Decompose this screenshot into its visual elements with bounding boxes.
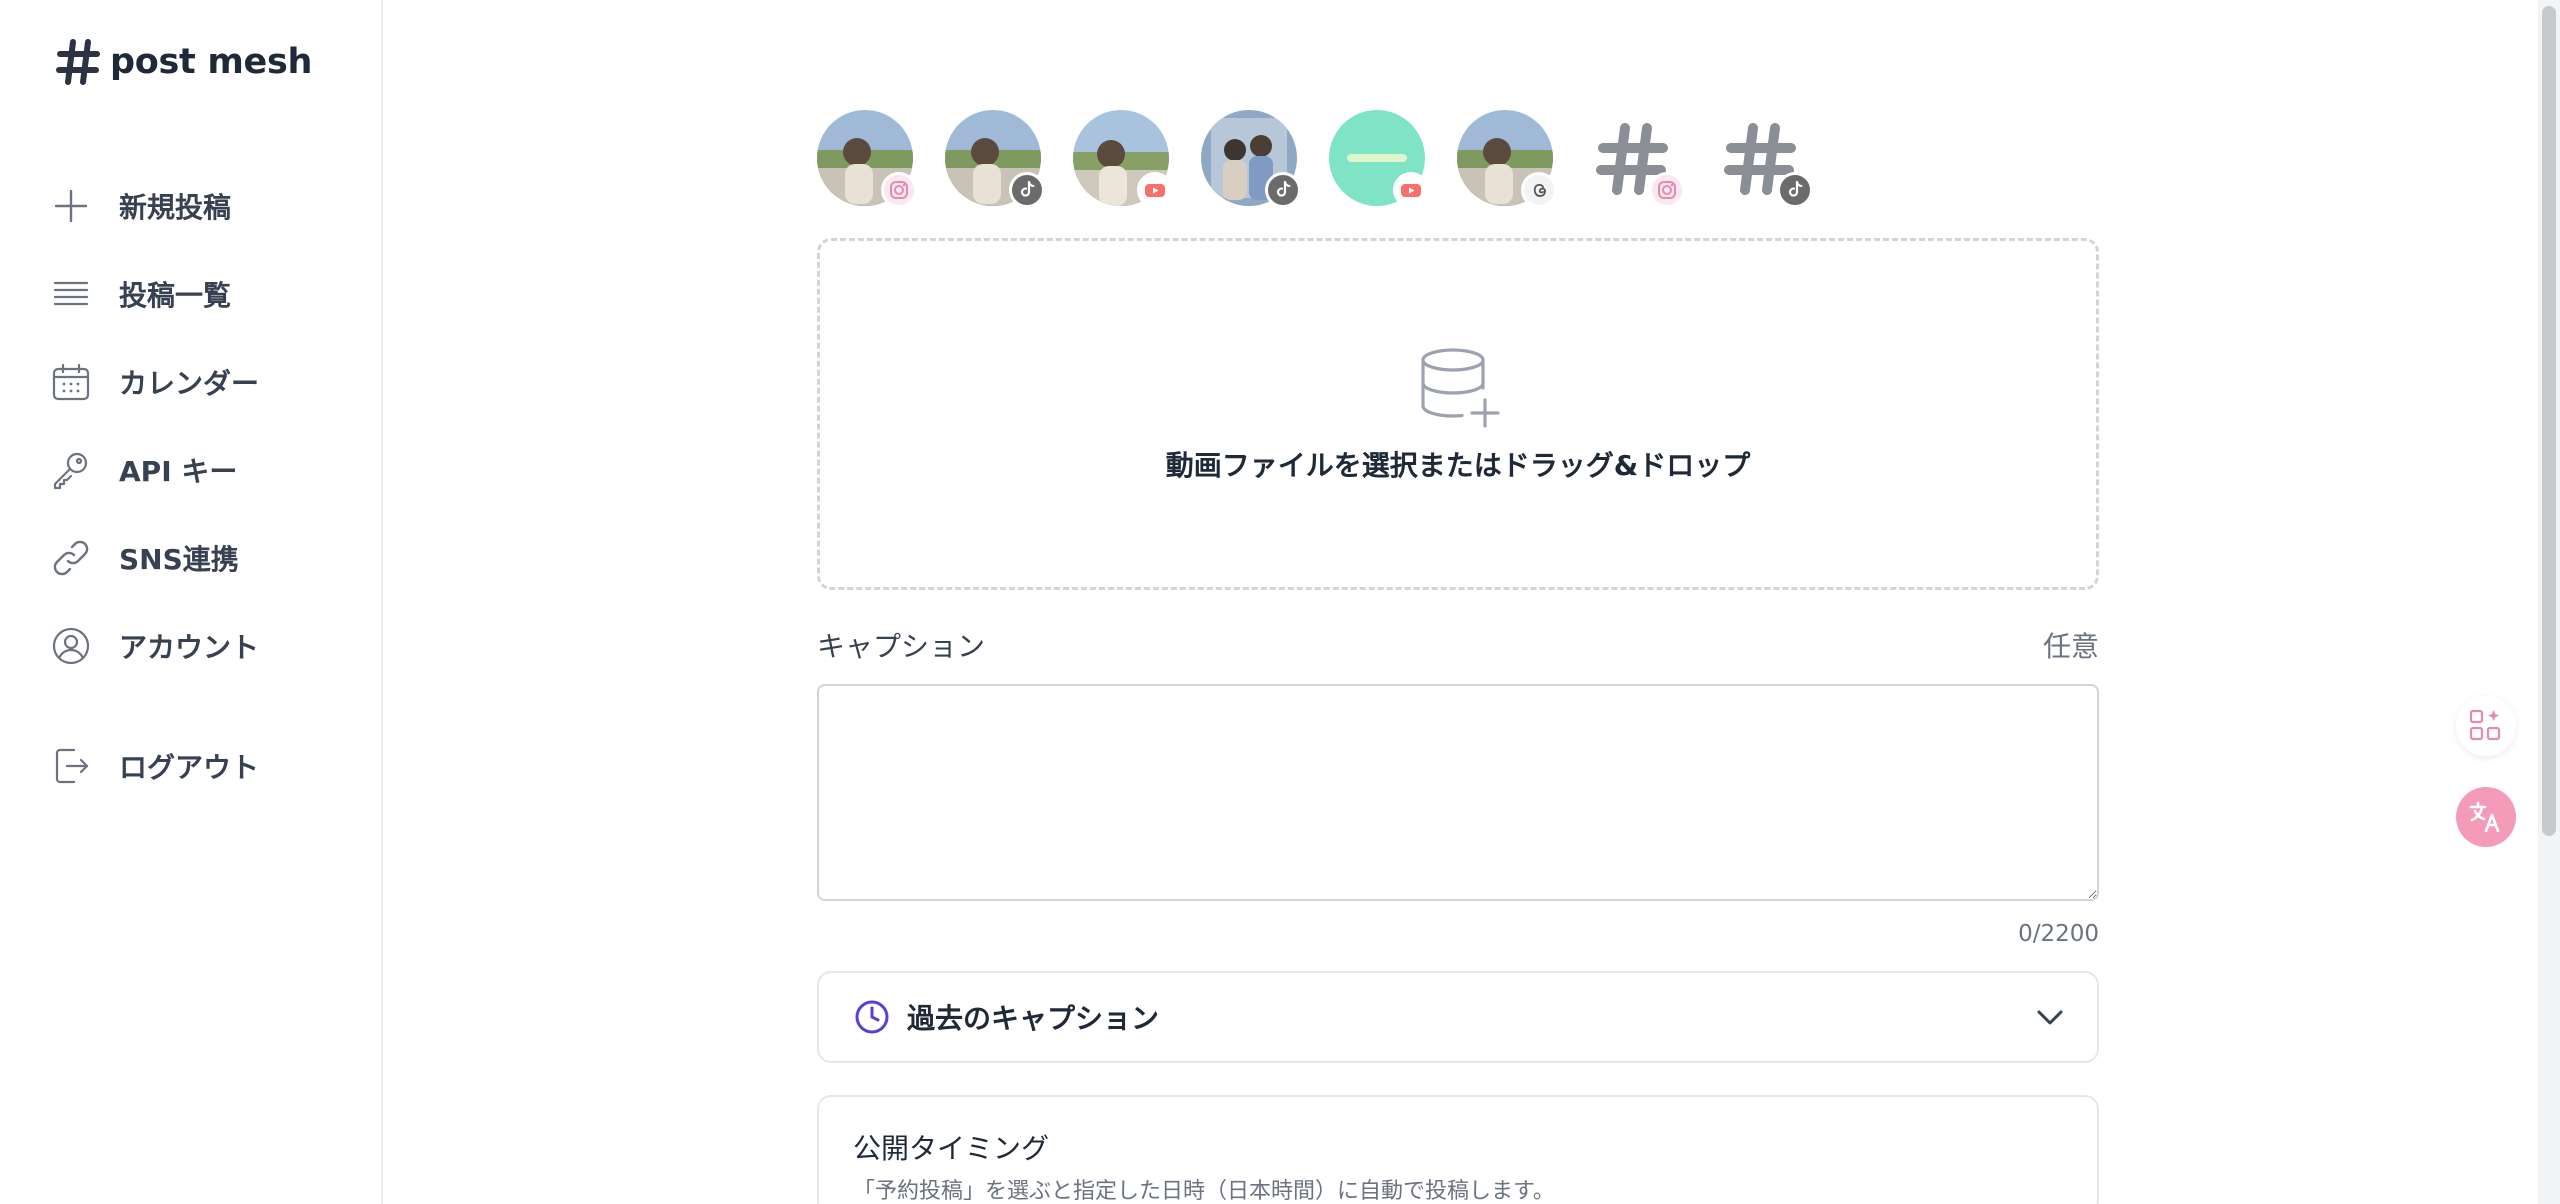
caption-label: キャプション [817,630,986,663]
sidebar-item-label: 投稿一覧 [119,279,232,312]
tiktok-icon [1009,172,1045,208]
key-icon [50,449,92,491]
sidebar-item-new-post[interactable]: 新規投稿 [50,176,231,236]
database-plus-icon [1421,348,1500,428]
widgets-button[interactable] [2456,696,2516,756]
account-avatar[interactable] [1457,110,1557,208]
account-avatar[interactable] [1329,110,1429,208]
new-post-form: 動画ファイルを選択またはドラッグ&ドロップ キャプション 任意 0/2200 過… [817,110,2099,1204]
youtube-icon [1137,172,1173,208]
plus-icon [50,185,92,227]
list-icon [50,273,92,315]
tiktok-icon [1265,172,1301,208]
account-avatar[interactable] [817,110,917,208]
tiktok-icon [1777,172,1813,208]
clock-icon [855,1000,889,1034]
translate-button[interactable] [2456,787,2516,847]
caption-char-counter: 0/2200 [2018,921,2099,947]
video-dropzone[interactable]: 動画ファイルを選択またはドラッグ&ドロップ [817,238,2099,590]
sidebar-item-label: API キー [119,455,238,488]
past-captions-label: 過去のキャプション [907,1002,1160,1035]
brand-name: post mesh [110,42,313,82]
threads-icon [1521,172,1557,208]
publish-timing-description: 「予約投稿」を選ぶと指定した日時（日本時間）に自動で投稿します。 [853,1179,1555,1204]
scrollbar-thumb[interactable] [2542,6,2556,836]
hash-logo-icon [56,39,100,85]
calendar-icon [50,361,92,403]
sidebar-item-label: アカウント [119,631,260,664]
translate-icon [2469,801,2500,833]
sidebar-item-logout[interactable]: ログアウト [50,736,259,796]
caption-header: キャプション 任意 [817,628,2099,663]
instagram-icon [1649,172,1685,208]
account-avatar[interactable] [1073,110,1173,208]
publish-timing-title: 公開タイミング [853,1132,1050,1165]
chevron-down-icon [2037,1010,2063,1025]
dropzone-label: 動画ファイルを選択またはドラッグ&ドロップ [1165,449,1751,482]
main-content: 動画ファイルを選択またはドラッグ&ドロップ キャプション 任意 0/2200 過… [385,0,2560,1204]
account-avatar[interactable] [945,110,1045,208]
scrollbar[interactable] [2538,0,2560,1204]
link-icon [50,537,92,579]
sidebar-item-label: ログアウト [119,751,260,784]
sidebar-item-sns[interactable]: SNS連携 [50,528,239,588]
caption-optional-label: 任意 [2042,630,2099,663]
caption-textarea[interactable] [817,684,2099,901]
apps-sparkle-icon [2469,709,2501,741]
sidebar-item-label: カレンダー [119,367,260,400]
instagram-icon [881,172,917,208]
sidebar-item-label: 新規投稿 [119,191,232,224]
account-avatar[interactable] [1585,110,1685,208]
sidebar-item-label: SNS連携 [119,543,239,576]
sidebar-item-account[interactable]: アカウント [50,616,259,676]
past-captions-accordion[interactable]: 過去のキャプション [817,971,2099,1063]
account-avatar[interactable] [1713,110,1813,208]
sidebar-item-calendar[interactable]: カレンダー [50,352,259,412]
publish-timing-section: 公開タイミング 「予約投稿」を選ぶと指定した日時（日本時間）に自動で投稿します。 [817,1095,2099,1204]
sidebar-item-api-key[interactable]: API キー [50,440,237,500]
sidebar-item-posts[interactable]: 投稿一覧 [50,264,231,324]
logout-icon [50,745,92,787]
youtube-icon [1393,172,1429,208]
user-circle-icon [50,625,92,667]
brand-logo[interactable]: post mesh [56,38,312,86]
sidebar: post mesh 新規投稿 投稿一覧 カレンダー API キー SNS連携 ア… [0,0,383,1204]
account-avatar[interactable] [1201,110,1301,208]
account-selector [817,110,2099,210]
